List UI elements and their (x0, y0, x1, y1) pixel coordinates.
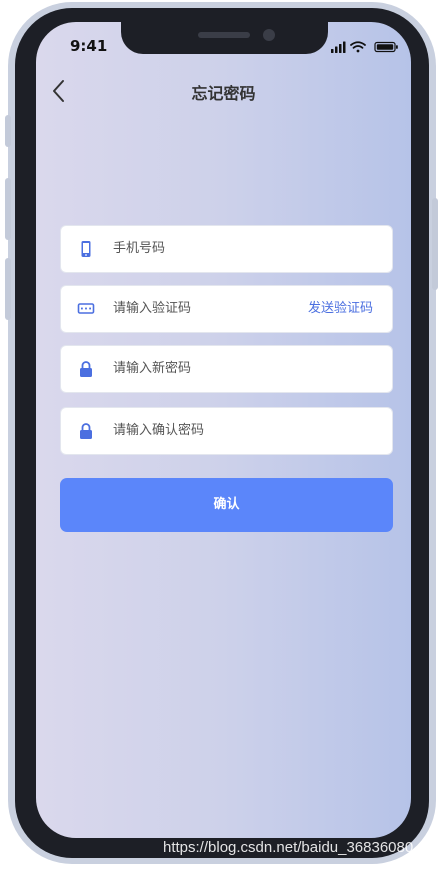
status-icons (331, 41, 398, 53)
lock-icon (80, 361, 92, 377)
volume-up-button (5, 178, 11, 240)
new-password-field[interactable]: 请输入新密码 (60, 345, 393, 393)
code-placeholder: 请输入验证码 (113, 301, 192, 316)
sms-code-icon (77, 303, 95, 314)
confirm-password-field[interactable]: 请输入确认密码 (60, 407, 393, 455)
power-button (432, 198, 438, 290)
page-title: 忘记密码 (191, 84, 256, 103)
phone-field[interactable]: 手机号码 (60, 225, 393, 273)
send-code-button[interactable]: 发送验证码 (308, 286, 373, 332)
notch (121, 22, 328, 54)
phone-placeholder: 手机号码 (113, 241, 166, 256)
lock-icon (80, 423, 92, 439)
app-screen: 9:41 忘记密码 手机号码 请输入验证码 发送验证码 请输入新密码 请输入确认… (36, 22, 411, 838)
volume-down-button (5, 258, 11, 320)
confirm-password-placeholder: 请输入确认密码 (113, 423, 205, 438)
speaker-grille (198, 32, 250, 38)
front-camera (263, 29, 275, 41)
mobile-phone-icon (81, 241, 91, 257)
watermark: https://blog.csdn.net/baidu_36836080 (163, 839, 414, 856)
code-field[interactable]: 请输入验证码 发送验证码 (60, 285, 393, 333)
wifi-icon (350, 41, 366, 53)
new-password-placeholder: 请输入新密码 (113, 361, 192, 376)
page: 9:41 忘记密码 手机号码 请输入验证码 发送验证码 请输入新密码 请输入确认… (0, 0, 439, 869)
status-time: 9:41 (70, 37, 108, 55)
battery-icon (374, 41, 398, 53)
confirm-button[interactable]: 确认 (60, 478, 393, 532)
signal-icon (331, 41, 346, 53)
mute-switch (5, 115, 11, 147)
